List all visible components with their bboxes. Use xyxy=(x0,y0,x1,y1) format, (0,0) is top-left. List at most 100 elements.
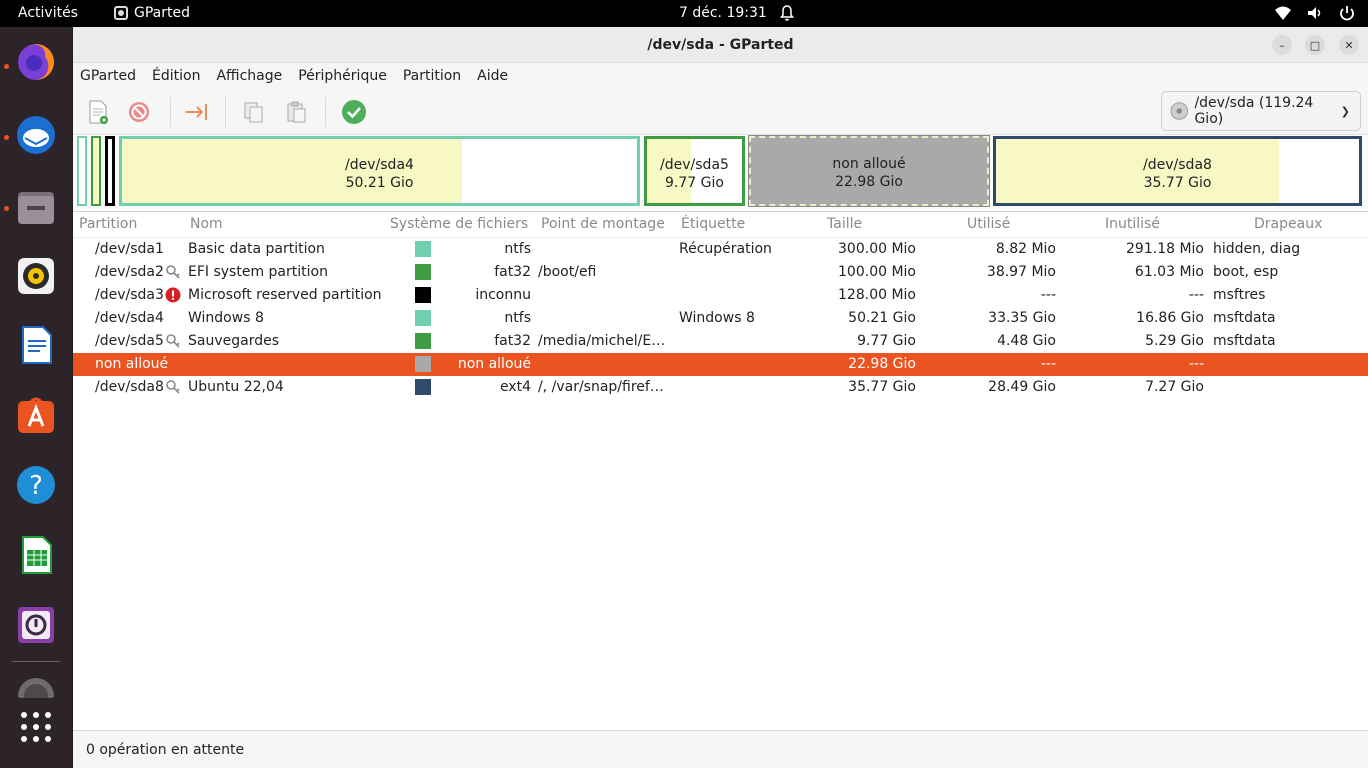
cell-used: --- xyxy=(1040,287,1056,303)
cell-used: 33.35 Gio xyxy=(988,310,1056,326)
warning-icon xyxy=(165,287,181,303)
menu-help[interactable]: Aide xyxy=(477,63,516,89)
column-filesystem[interactable]: Système de fichiers xyxy=(390,216,528,232)
table-row[interactable]: /dev/sda4 Windows 8 ntfs Windows 8 50.21… xyxy=(73,307,1368,330)
partition-block-sda8[interactable]: /dev/sda8 35.77 Gio xyxy=(993,136,1362,206)
table-row[interactable]: /dev/sda8 Ubuntu 22,04 ext4 /, /var/snap… xyxy=(73,376,1368,399)
column-label[interactable]: Étiquette xyxy=(681,216,745,232)
menu-gparted[interactable]: GParted xyxy=(80,63,144,89)
column-size[interactable]: Taille xyxy=(827,216,862,232)
firefox-icon[interactable] xyxy=(14,40,58,84)
menu-bar: GParted Édition Affichage Périphérique P… xyxy=(73,63,1368,89)
column-partition[interactable]: Partition xyxy=(79,216,137,232)
cell-partition: /dev/sda2 xyxy=(95,264,164,280)
delete-partition-button[interactable] xyxy=(124,97,154,127)
clock[interactable]: 7 déc. 19:31 xyxy=(679,5,767,21)
system-tray[interactable] xyxy=(1274,4,1356,22)
column-unused[interactable]: Inutilisé xyxy=(1105,216,1160,232)
close-button[interactable]: ✕ xyxy=(1339,35,1359,55)
menu-view[interactable]: Affichage xyxy=(216,63,290,89)
toolbar-separator xyxy=(225,97,226,127)
calc-icon[interactable] xyxy=(14,533,58,577)
activities-button[interactable]: Activités xyxy=(18,5,78,21)
running-indicator xyxy=(4,206,9,211)
filesystem-color-swatch xyxy=(415,333,431,349)
table-row[interactable]: /dev/sda2 EFI system partition fat32 /bo… xyxy=(73,261,1368,284)
drive-icon[interactable] xyxy=(14,672,58,698)
cell-flags: boot, esp xyxy=(1213,264,1279,280)
partition-block-sda5[interactable]: /dev/sda5 9.77 Gio xyxy=(644,136,745,206)
partition-block-sda2[interactable] xyxy=(91,136,101,206)
show-apps-icon[interactable] xyxy=(14,705,58,749)
rhythmbox-icon[interactable] xyxy=(14,254,58,298)
menu-partition[interactable]: Partition xyxy=(403,63,469,89)
wifi-icon xyxy=(1275,6,1291,20)
partition-block-sda1[interactable] xyxy=(77,136,87,206)
table-row[interactable]: non alloué non alloué 22.98 Gio --- --- xyxy=(73,353,1368,376)
cell-partition: /dev/sda5 xyxy=(95,333,164,349)
resize-move-button[interactable] xyxy=(182,97,212,127)
gparted-app-icon xyxy=(114,6,128,20)
cell-flags: msftdata xyxy=(1213,333,1276,349)
bell-icon[interactable] xyxy=(779,4,795,22)
column-flags[interactable]: Drapeaux xyxy=(1254,216,1322,232)
cell-name: Windows 8 xyxy=(188,310,264,326)
running-indicator xyxy=(4,64,9,69)
writer-icon[interactable] xyxy=(14,323,58,367)
cell-mountpoint: /, /var/snap/firef… xyxy=(538,379,664,395)
delete-icon xyxy=(129,102,149,122)
table-row[interactable]: /dev/sda3 Microsoft reserved partition i… xyxy=(73,284,1368,307)
partition-size: 22.98 Gio xyxy=(835,174,903,190)
cell-used: --- xyxy=(1040,356,1056,372)
gparted-dock-icon[interactable] xyxy=(14,603,58,647)
title-bar[interactable]: /dev/sda - GParted – □ ✕ xyxy=(73,27,1368,63)
key-icon xyxy=(165,264,181,280)
cell-flags: msftres xyxy=(1213,287,1266,303)
app-name: GParted xyxy=(134,5,190,21)
minimize-button[interactable]: – xyxy=(1272,35,1292,55)
toolbar-separator xyxy=(170,97,171,127)
files-icon[interactable] xyxy=(14,185,58,229)
app-center-icon[interactable] xyxy=(14,393,58,437)
cell-flags: msftdata xyxy=(1213,310,1276,326)
cell-filesystem: fat32 xyxy=(494,264,531,280)
partition-block-sda4[interactable]: /dev/sda4 50.21 Gio xyxy=(119,136,640,206)
filesystem-color-swatch xyxy=(415,287,431,303)
menu-device[interactable]: Périphérique xyxy=(298,63,395,89)
cell-unused: --- xyxy=(1188,287,1204,303)
column-used[interactable]: Utilisé xyxy=(967,216,1010,232)
column-name[interactable]: Nom xyxy=(190,216,223,232)
table-row[interactable]: /dev/sda5 Sauvegardes fat32 /media/miche… xyxy=(73,330,1368,353)
cell-used: 4.48 Gio xyxy=(997,333,1056,349)
apply-button[interactable] xyxy=(339,97,369,127)
cell-flags: hidden, diag xyxy=(1213,241,1301,257)
filesystem-color-swatch xyxy=(415,264,431,280)
menu-edit[interactable]: Édition xyxy=(152,63,208,89)
maximize-button[interactable]: □ xyxy=(1305,35,1325,55)
cell-name: EFI system partition xyxy=(188,264,328,280)
key-icon xyxy=(165,379,181,395)
pending-operations: 0 opération en attente xyxy=(86,742,245,758)
column-mountpoint[interactable]: Point de montage xyxy=(541,216,665,232)
cell-partition: /dev/sda1 xyxy=(95,241,164,257)
minimize-icon: – xyxy=(1279,38,1285,52)
table-row[interactable]: /dev/sda1 Basic data partition ntfs Récu… xyxy=(73,238,1368,261)
cell-unused: --- xyxy=(1188,356,1204,372)
partition-size: 35.77 Gio xyxy=(1143,175,1212,191)
cell-filesystem: inconnu xyxy=(475,287,531,303)
partition-block-sda3[interactable] xyxy=(105,136,115,206)
new-partition-button[interactable] xyxy=(83,97,113,127)
cell-filesystem: ext4 xyxy=(499,379,531,395)
maximize-icon: □ xyxy=(1309,38,1321,52)
paste-button[interactable] xyxy=(282,97,312,127)
thunderbird-icon[interactable] xyxy=(14,113,58,157)
copy-button[interactable] xyxy=(239,97,269,127)
app-menu[interactable]: GParted xyxy=(114,5,190,21)
partition-name: /dev/sda8 xyxy=(1143,157,1212,173)
device-selector[interactable]: /dev/sda (119.24 Gio) ❯ xyxy=(1161,91,1361,131)
cell-size: 22.98 Gio xyxy=(848,356,916,372)
help-icon[interactable]: ? xyxy=(14,463,58,507)
filesystem-color-swatch xyxy=(415,241,431,257)
partition-block-unallocated[interactable]: non alloué 22.98 Gio xyxy=(748,135,990,207)
partition-size: 9.77 Gio xyxy=(665,175,724,191)
